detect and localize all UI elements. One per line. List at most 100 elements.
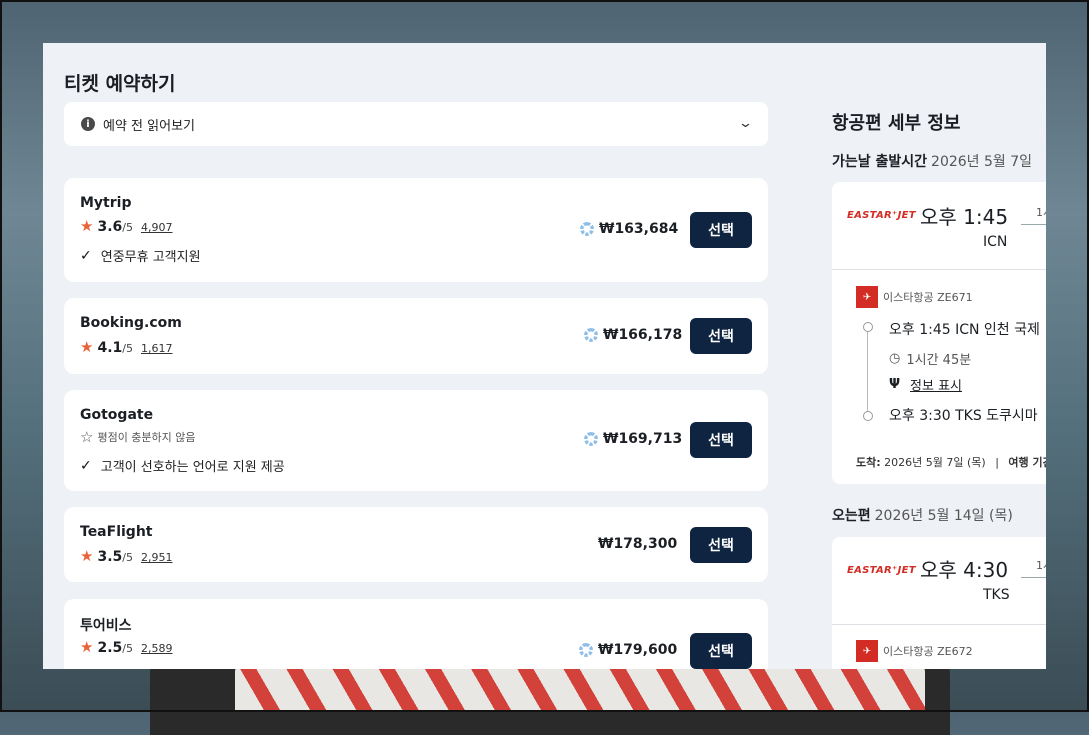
chevron-down-icon: ⌄ [737,116,754,131]
rating-outof: /5 [122,342,133,355]
price: ₩166,178 [584,327,682,343]
inbound-date: 2026년 5월 14일 (목) [874,508,1013,524]
select-button[interactable]: 선택 [690,527,752,563]
price: ₩169,713 [584,431,682,447]
star-icon: ★ [80,638,94,656]
outbound-flight-card[interactable]: EASTAR⁺JET 오후 1:45 ICN 1시 ✈ 이스타항공 ZE671 … [832,182,1046,484]
provider-feature: ✓ 연중무휴 고객지원 [80,246,201,266]
timeline-line [867,332,868,416]
outbound-label: 가는날 출발시간 [832,154,928,170]
rating-outof: /5 [122,221,133,234]
notice-accordion[interactable]: i 예약 전 읽어보기 ⌄ [64,102,768,146]
arrival-summary: 도착: 2026년 5월 7일 (목) | 여행 기간 [856,454,1046,470]
provider-rating: ☆ 평점이 충분하지 않음 [80,428,196,446]
segment-duration-text: 1시간 45분 [906,353,972,368]
rating-score: 3.5 [97,549,123,565]
timeline-start-dot [863,322,873,332]
divider [832,624,1046,625]
departure-time: 오후 4:30 [920,558,1009,582]
provider-name[interactable]: Mytrip [80,195,131,211]
departure-airport-code: ICN [983,234,1008,250]
price-value: ₩178,300 [598,536,678,552]
duration-short: 1시 [1036,206,1046,219]
info-icon: i [81,117,95,131]
airline-logo: EASTAR⁺JET [847,210,916,221]
notice-label: 예약 전 읽어보기 [103,118,195,134]
price-value: ₩179,600 [598,642,678,658]
segment-departure: 오후 1:45 ICN 인천 국제 [889,322,1040,338]
star-icon: ★ [80,547,94,565]
rating-outof: /5 [122,551,133,564]
offer-card-teaflight: TeaFlight ★ 3.5 /5 2,951 ₩178,300 선택 [64,507,768,582]
meal-icon: Ψ [889,377,901,392]
review-count-link[interactable]: 4,907 [141,221,173,234]
price-value: ₩166,178 [603,327,683,343]
check-icon: ✓ [80,247,92,264]
segment-meal: Ψ 정보 표시 [889,375,962,394]
provider-rating: ★ 3.6 /5 4,907 [80,217,172,235]
price: ₩179,600 [579,642,677,658]
offer-card-booking: Booking.com ★ 4.1 /5 1,617 ₩166,178 선택 [64,298,768,374]
provider-rating: ★ 4.1 /5 1,617 [80,338,172,356]
clock-icon: ◷ [889,351,901,366]
outbound-header: 가는날 출발시간 2026년 5월 7일 [832,151,1032,171]
departure-airport-code: TKS [983,587,1010,603]
rating-score: 3.6 [97,219,123,235]
check-icon: ✓ [80,457,92,474]
flight-details-title: 항공편 세부 정보 [832,113,961,134]
rating-score: 4.1 [97,340,123,356]
select-button[interactable]: 선택 [690,212,752,248]
separator: | [995,456,999,469]
star-outline-icon: ☆ [80,428,94,446]
feature-text: 연중무휴 고객지원 [100,250,201,265]
select-button[interactable]: 선택 [690,422,752,458]
airline-row: ✈ 이스타항공 ZE672 [856,640,973,662]
review-count-link[interactable]: 1,617 [141,342,173,355]
provider-name[interactable]: Booking.com [80,315,182,331]
airline-icon: ✈ [856,286,878,308]
price: ₩178,300 [598,536,677,552]
divider [832,269,1046,270]
arrival-date: 2026년 5월 7일 (목) [884,456,986,469]
airline-flight: 이스타항공 ZE672 [883,645,973,658]
review-count-link[interactable]: 2,951 [141,551,173,564]
arrival-label: 도착: [856,456,881,469]
meal-info-link[interactable]: 정보 표시 [910,375,962,394]
price: ₩163,684 [580,221,678,237]
provider-rating: ★ 2.5 /5 2,589 [80,638,172,656]
airline-row: ✈ 이스타항공 ZE671 [856,286,973,308]
departure-time: 오후 1:45 [920,205,1009,229]
no-rating-text: 평점이 충분하지 않음 [97,431,196,444]
provider-rating: ★ 3.5 /5 2,951 [80,547,172,565]
timeline-end-dot [863,411,873,421]
loading-spinner-icon [580,222,594,236]
select-button[interactable]: 선택 [690,633,752,669]
segment-duration: ◷ 1시간 45분 [889,349,971,368]
route-line [1021,224,1046,225]
segment-arrival: 오후 3:30 TKS 도쿠시마 [889,408,1038,424]
duration-short: 1시 [1036,559,1046,572]
select-button[interactable]: 선택 [690,318,752,354]
price-value: ₩169,713 [603,431,683,447]
rating-score: 2.5 [97,640,123,656]
background-airplane-stripes [235,662,925,712]
provider-name[interactable]: Gotogate [80,407,153,423]
offer-card-gotogate: Gotogate ☆ 평점이 충분하지 않음 ✓ 고객이 선호하는 언어로 지원… [64,390,768,491]
page-title: 티켓 예약하기 [64,73,176,95]
loading-spinner-icon [579,643,593,657]
airline-icon: ✈ [856,640,878,662]
travel-duration-label: 여행 기간 [1008,456,1046,469]
provider-name[interactable]: TeaFlight [80,524,152,540]
route-line [1021,577,1046,578]
booking-panel: 티켓 예약하기 i 예약 전 읽어보기 ⌄ Mytrip ★ 3.6 /5 4,… [43,43,1046,669]
airline-logo: EASTAR⁺JET [847,565,916,576]
offer-card-mytrip: Mytrip ★ 3.6 /5 4,907 ✓ 연중무휴 고객지원 ₩163,6… [64,178,768,282]
loading-spinner-icon [584,328,598,342]
inbound-flight-card[interactable]: EASTAR⁺JET 오후 4:30 TKS 1시 ✈ 이스타항공 ZE672 [832,537,1046,669]
outbound-date: 2026년 5월 7일 [931,154,1033,170]
rating-outof: /5 [122,642,133,655]
price-value: ₩163,684 [599,221,679,237]
provider-name[interactable]: 투어비스 [80,615,132,635]
review-count-link[interactable]: 2,589 [141,642,173,655]
inbound-header: 오는편 2026년 5월 14일 (목) [832,505,1013,525]
